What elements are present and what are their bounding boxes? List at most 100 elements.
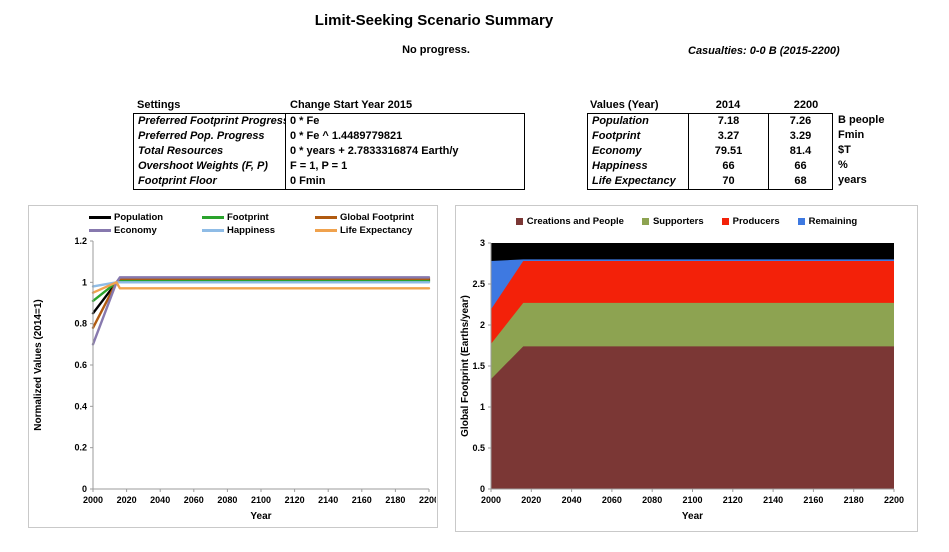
value-2200: 7.26 <box>768 114 832 129</box>
x-axis-label: Year <box>250 511 271 522</box>
y-tick-label: 2 <box>480 320 485 330</box>
legend-item: Producers <box>721 216 780 227</box>
setting-name: Total Resources <box>138 145 224 157</box>
values-row: Footprint 3.27 3.29 <box>588 129 832 144</box>
value-2014: 70 <box>688 174 768 189</box>
value-unit: B people <box>838 114 885 126</box>
legend-swatch-icon <box>315 216 337 219</box>
legend-label: Economy <box>114 225 157 236</box>
y-tick-label: 0 <box>480 484 485 494</box>
legend-item: Remaining <box>797 216 858 227</box>
x-tick-label: 2160 <box>803 495 823 505</box>
values-row: Economy 79.51 81.4 <box>588 144 832 159</box>
normalized-values-legend: Population Footprint Global Footprint Econo… <box>89 212 428 236</box>
x-tick-label: 2080 <box>642 495 662 505</box>
value-unit: % <box>838 159 848 171</box>
x-tick-label: 2060 <box>602 495 622 505</box>
line-series <box>91 278 431 315</box>
legend-label: Supporters <box>652 216 704 227</box>
values-units-column: B people Fmin $T% years <box>838 113 884 188</box>
page-title: Limit-Seeking Scenario Summary <box>314 12 554 29</box>
legend-item: Population <box>89 212 202 223</box>
casualties-note: Casualties: 0-0 B (2015-2200) <box>688 45 840 57</box>
x-tick-label: 2000 <box>83 495 103 505</box>
value-2014: 79.51 <box>688 144 768 159</box>
settings-row: Footprint Floor 0 Fmin <box>134 174 524 189</box>
x-tick-label: 2040 <box>150 495 170 505</box>
x-tick-label: 2100 <box>682 495 702 505</box>
legend-swatch-icon <box>721 218 729 225</box>
x-tick-label: 2160 <box>352 495 372 505</box>
value-2200: 66 <box>768 159 832 174</box>
area-series <box>491 346 894 489</box>
legend-label: Life Expectancy <box>340 225 413 236</box>
legend-label: Footprint <box>227 212 269 223</box>
setting-name: Overshoot Weights (F, P) <box>138 160 268 172</box>
y-tick-label: 2.5 <box>472 279 485 289</box>
legend-item: Global Footprint <box>315 212 428 223</box>
values-table: Population 7.18 7.26 Footprint 3.27 3.29 Econo… <box>587 113 833 190</box>
global-footprint-plot: 2000 2020 2040 2060 2080 2100 2120 2140 2160 2180… <box>460 238 904 522</box>
values-table-header: Values (Year) <box>590 99 659 111</box>
normalized-values-chart[interactable]: 2000 2020 2040 2060 2080 2100 2120 2140 2160 2180… <box>28 205 438 528</box>
line-series <box>91 277 431 330</box>
value-name: Happiness <box>592 160 648 172</box>
legend-label: Population <box>114 212 164 223</box>
change-start-year-header: Change Start Year 2015 <box>290 99 413 111</box>
progress-note: No progress. <box>402 44 470 56</box>
legend-swatch-icon <box>315 229 337 232</box>
value-2014: 66 <box>688 159 768 174</box>
legend-label: Remaining <box>808 216 858 227</box>
x-tick-label: 2080 <box>217 495 237 505</box>
x-tick-label: 2180 <box>385 495 405 505</box>
normalized-values-plot: 2000 2020 2040 2060 2080 2100 2120 2140 2160 2180… <box>33 236 436 522</box>
value-unit: years <box>838 174 867 186</box>
settings-row: Total Resources 0 * years + 2.7833316874 … <box>134 144 524 159</box>
legend-swatch-icon <box>202 229 224 232</box>
x-tick-label: 2100 <box>251 495 271 505</box>
x-tick-label: 2020 <box>117 495 137 505</box>
y-axis-label: Global Footprint (Earths/year) <box>460 295 471 437</box>
values-row: Life Expectancy 70 68 <box>588 174 832 189</box>
legend-swatch-icon <box>89 229 111 232</box>
global-footprint-chart[interactable]: 2000 2020 2040 2060 2080 2100 2120 2140 2160 2180… <box>455 205 918 532</box>
value-name: Life Expectancy <box>592 175 676 187</box>
value-2014: 3.27 <box>688 129 768 144</box>
values-col-2014-header: 2014 <box>715 99 741 111</box>
value-unit: $T <box>838 144 851 156</box>
value-2200: 81.4 <box>768 144 832 159</box>
legend-item: Life Expectancy <box>315 225 428 236</box>
legend-swatch-icon <box>202 216 224 219</box>
scenario-summary-page: Limit-Seeking Scenario Summary No progre… <box>0 0 949 552</box>
setting-value: 0 * years + 2.7833316874 Earth/y <box>285 144 524 159</box>
x-tick-label: 2120 <box>723 495 743 505</box>
x-tick-label: 2200 <box>884 495 904 505</box>
value-2200: 68 <box>768 174 832 189</box>
x-tick-label: 2120 <box>285 495 305 505</box>
values-row: Happiness 66 66 <box>588 159 832 174</box>
line-series <box>91 281 431 288</box>
legend-label: Global Footprint <box>340 212 414 223</box>
y-tick-label: 1 <box>82 277 87 287</box>
legend-item: Creations and People <box>515 216 624 227</box>
legend-label: Producers <box>732 216 780 227</box>
x-tick-label: 2060 <box>184 495 204 505</box>
settings-table: Preferred Footprint Progress 0 * Fe Prefer… <box>133 113 525 190</box>
y-tick-label: 0 <box>82 484 87 494</box>
line-series <box>91 279 431 303</box>
setting-name: Preferred Footprint Progress <box>138 115 285 127</box>
settings-row: Overshoot Weights (F, P) F = 1, P = 1 <box>134 159 524 174</box>
legend-swatch-icon <box>515 218 523 225</box>
legend-item: Supporters <box>641 216 704 227</box>
x-axis-label: Year <box>682 511 703 522</box>
x-tick-label: 2200 <box>419 495 436 505</box>
y-tick-label: 1.5 <box>472 361 485 371</box>
legend-item: Economy <box>89 225 202 236</box>
value-name: Population <box>592 115 649 127</box>
setting-value: 0 * Fe ^ 1.4489779821 <box>285 129 524 144</box>
setting-name: Footprint Floor <box>138 175 217 187</box>
x-tick-label: 2040 <box>562 495 582 505</box>
x-tick-label: 2140 <box>318 495 338 505</box>
value-name: Footprint <box>592 130 641 142</box>
setting-value: F = 1, P = 1 <box>285 159 524 174</box>
